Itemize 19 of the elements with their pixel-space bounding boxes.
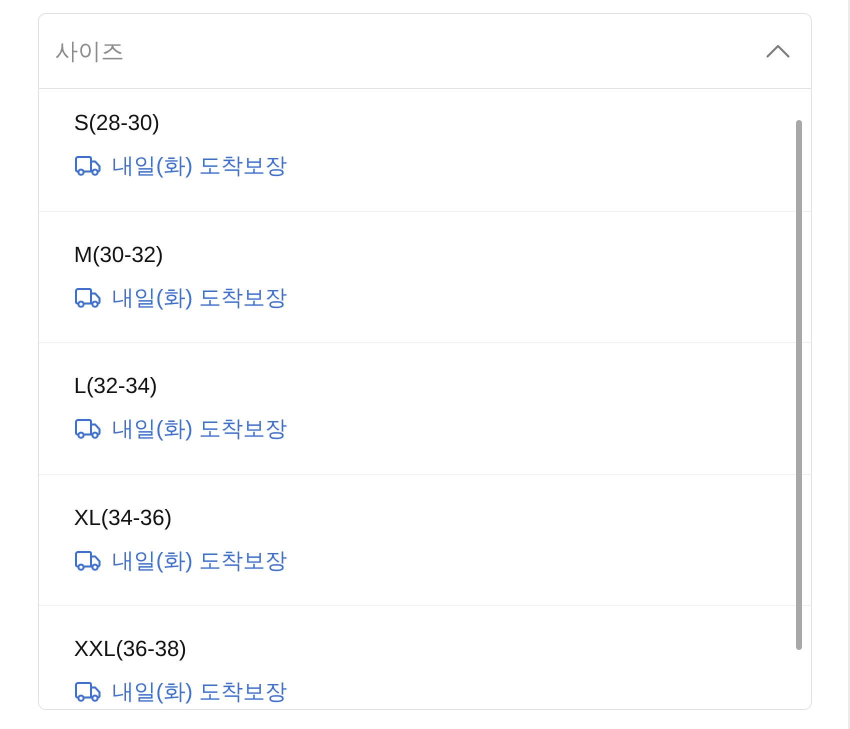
size-label: L(32-34) [74, 372, 158, 400]
delivery-guarantee-text: 내일(화) 도착보장 [112, 546, 287, 574]
size-label: S(28-30) [74, 109, 160, 137]
size-label: M(30-32) [74, 240, 164, 268]
delivery-guarantee-text: 내일(화) 도착보장 [112, 678, 287, 706]
size-label: XL(34-36) [74, 504, 172, 532]
delivery-guarantee-text: 내일(화) 도착보장 [112, 415, 287, 443]
size-option[interactable]: M(30-32) 내일(화) 도착보장 [39, 212, 811, 343]
delivery-guarantee-text: 내일(화) 도착보장 [112, 152, 287, 180]
size-option[interactable]: XL(34-36) 내일(화) 도착보장 [39, 474, 811, 606]
truck-icon [74, 286, 102, 308]
size-label: XXL(36-38) [74, 635, 187, 663]
delivery-guarantee-text: 내일(화) 도착보장 [112, 284, 287, 312]
truck-icon [74, 550, 102, 572]
truck-icon [74, 155, 102, 177]
truck-icon [74, 681, 102, 703]
dropdown-placeholder: 사이즈 [55, 37, 124, 66]
scrollbar-thumb[interactable] [796, 120, 802, 650]
truck-icon [74, 418, 102, 440]
